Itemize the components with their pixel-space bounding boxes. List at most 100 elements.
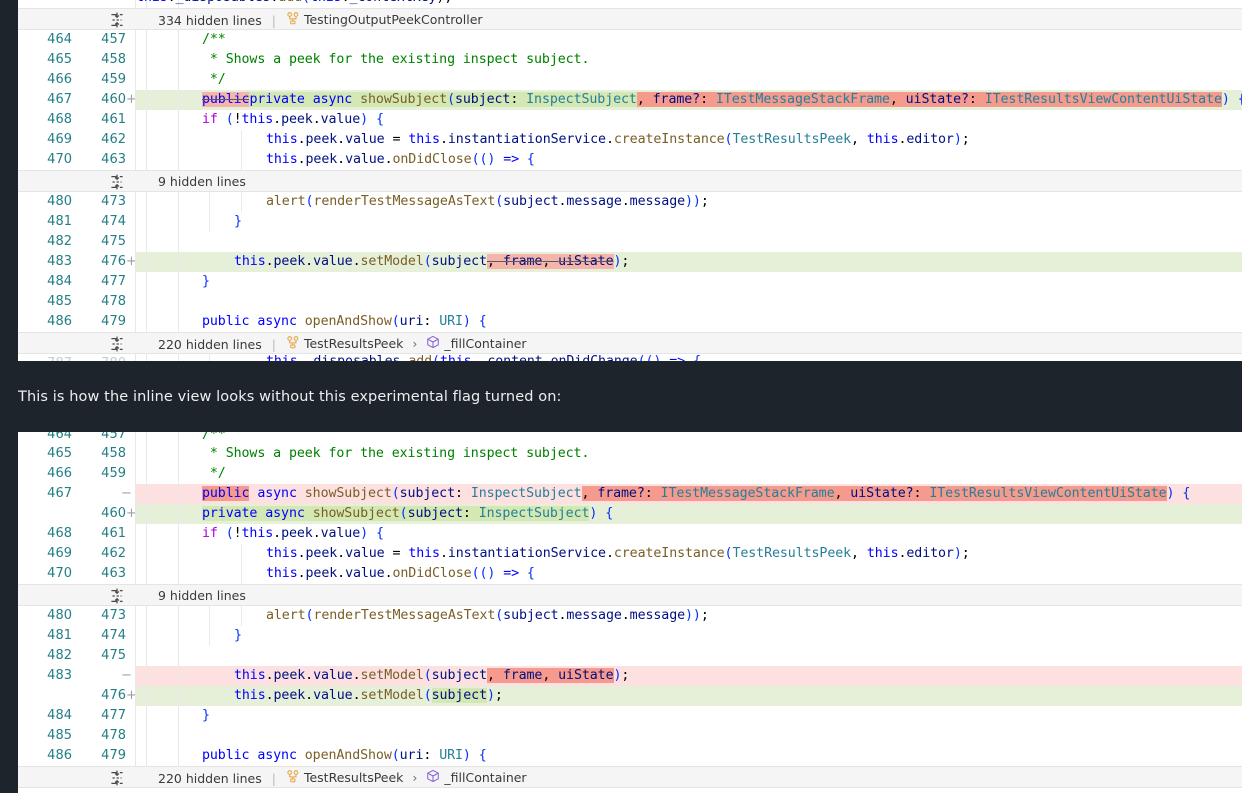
line-number-old: 485 <box>18 293 72 311</box>
line-number-old: 483 <box>18 667 72 685</box>
line-number-old: 486 <box>18 313 72 331</box>
line-number-new: 476 <box>76 687 126 705</box>
line-number-new: 460 <box>76 91 126 109</box>
line-number-old: 469 <box>18 131 72 149</box>
inline-diff-view-experimental[interactable]: this._disposables.add(this._contextKey);… <box>18 0 1242 361</box>
line-number-new: 457 <box>76 432 126 444</box>
line-number-new: 476 <box>76 253 126 271</box>
unfold-lines-icon[interactable] <box>108 335 126 353</box>
unfold-lines-icon[interactable] <box>108 587 126 605</box>
breadcrumb[interactable]: TestingOutputPeekController <box>286 11 483 28</box>
breadcrumb-item-class[interactable]: TestingOutputPeekController <box>304 12 483 27</box>
breadcrumb[interactable]: TestResultsPeek › _fillContainer <box>286 335 527 352</box>
code-text-added: this.peek.value.setModel(subject); <box>234 686 503 706</box>
unfold-lines-icon[interactable] <box>108 173 126 191</box>
line-number-new: 473 <box>76 607 126 625</box>
unfold-lines-icon[interactable] <box>108 769 126 787</box>
line-number-new: 457 <box>76 31 126 49</box>
line-number-new: 458 <box>76 51 126 69</box>
line-number-old: 468 <box>18 111 72 129</box>
chevron-right-icon: › <box>412 336 417 351</box>
code-row[interactable]: 465 458 * Shows a peek for the existing … <box>18 444 1242 464</box>
code-row[interactable]: 485 478 <box>18 726 1242 746</box>
code-row[interactable]: 469 462 this.peek.value = this.instantia… <box>18 544 1242 564</box>
breadcrumb-item-class[interactable]: TestResultsPeek <box>304 770 403 785</box>
code-text-deleted: public async showSubject(subject: Inspec… <box>202 484 1190 504</box>
code-row[interactable]: 481 474 } <box>18 212 1242 232</box>
code-row[interactable]: 468 461 if (!this.peek.value) { <box>18 110 1242 130</box>
code-text-modified: publicprivate async showSubject(subject:… <box>202 90 1242 110</box>
line-number-new: 473 <box>76 193 126 211</box>
code-row-added[interactable]: 460 + private async showSubject(subject:… <box>18 504 1242 524</box>
code-row[interactable]: 468 461 if (!this.peek.value) { <box>18 524 1242 544</box>
line-number-old: 480 <box>18 607 72 625</box>
fold-separator: | <box>272 337 276 352</box>
code-block-2: 480 473 alert(renderTestMessageAsText(su… <box>18 192 1242 332</box>
fold-separator: | <box>272 771 276 786</box>
code-block-1: 465 458 * Shows a peek for the existing … <box>18 444 1242 584</box>
hidden-lines-count: 9 hidden lines <box>158 588 246 603</box>
fold-bar-9[interactable]: 9 hidden lines <box>18 584 1242 606</box>
left-dark-rail <box>0 0 18 793</box>
code-row[interactable]: 465 458 * Shows a peek for the existing … <box>18 50 1242 70</box>
code-row[interactable]: 464 457 /** <box>18 30 1242 50</box>
code-row[interactable]: 482 475 <box>18 646 1242 666</box>
line-number-old: 483 <box>18 253 72 271</box>
code-row-added[interactable]: 476 + this.peek.value.setModel(subject); <box>18 686 1242 706</box>
line-number-new: 460 <box>76 505 126 523</box>
code-row[interactable]: 466 459 */ <box>18 464 1242 484</box>
code-row[interactable]: 484 477 } <box>18 272 1242 292</box>
line-number-old: 486 <box>18 747 72 765</box>
code-block-1: 464 457 /** 465 458 <box>18 30 1242 170</box>
line-number-new: 461 <box>76 111 126 129</box>
line-number-new: 478 <box>76 727 126 745</box>
code-row[interactable]: 466 459 */ <box>18 70 1242 90</box>
line-number-old: 484 <box>18 707 72 725</box>
fold-bar-334[interactable]: 334 hidden lines | <box>18 8 1242 30</box>
code-row-modified[interactable]: 467 460 + publicprivate async showSubjec… <box>18 90 1242 110</box>
line-number-old: 465 <box>18 51 72 69</box>
fold-bar-220[interactable]: 220 hidden lines | <box>18 766 1242 788</box>
line-number-old: 464 <box>18 432 72 444</box>
fold-bar-9[interactable]: 9 hidden lines <box>18 170 1242 192</box>
line-number-new: 475 <box>76 233 126 251</box>
fold-bar-220[interactable]: 220 hidden lines | <box>18 332 1242 354</box>
inline-diff-view-classic[interactable]: 464 457 /** 465 458 * Show <box>18 432 1242 793</box>
line-number-new: 461 <box>76 525 126 543</box>
code-row[interactable]: 480 473 alert(renderTestMessageAsText(su… <box>18 606 1242 626</box>
code-row[interactable]: 480 473 alert(renderTestMessageAsText(su… <box>18 192 1242 212</box>
line-number-new: 479 <box>76 747 126 765</box>
banner-text: This is how the inline view looks withou… <box>18 389 561 405</box>
hidden-lines-count: 9 hidden lines <box>158 174 246 189</box>
code-row-deleted[interactable]: 483 − this.peek.value.setModel(subject, … <box>18 666 1242 686</box>
symbol-method-icon <box>426 769 440 786</box>
line-number-old: 466 <box>18 71 72 89</box>
code-row[interactable]: 485 478 <box>18 292 1242 312</box>
symbol-method-icon <box>426 335 440 352</box>
code-row-modified[interactable]: 483 476 + this.peek.value.setModel(subje… <box>18 252 1242 272</box>
code-row[interactable]: 470 463 this.peek.value.onDidClose(() =>… <box>18 150 1242 170</box>
code-row[interactable]: 484 477 } <box>18 706 1242 726</box>
code-row[interactable]: 469 462 this.peek.value = this.instantia… <box>18 130 1242 150</box>
code-row[interactable]: 482 475 <box>18 232 1242 252</box>
code-text-deleted: this.peek.value.setModel(subject, frame,… <box>234 666 629 686</box>
code-row[interactable]: 470 463 this.peek.value.onDidClose(() =>… <box>18 564 1242 584</box>
code-row[interactable]: 481 474 } <box>18 626 1242 646</box>
fold-separator: | <box>272 13 276 28</box>
diff-editor-screenshot: this._disposables.add(this._contextKey);… <box>0 0 1242 793</box>
clipped-row-bottom: 787 780 this._disposables.add(this._cont… <box>18 354 1242 361</box>
line-number-old: 480 <box>18 193 72 211</box>
code-row-deleted[interactable]: 467 − public async showSubject(subject: … <box>18 484 1242 504</box>
unfold-lines-icon[interactable] <box>108 11 126 29</box>
breadcrumb-item-class[interactable]: TestResultsPeek <box>304 336 403 351</box>
code-row[interactable]: 486 479 public async openAndShow(uri: UR… <box>18 312 1242 332</box>
breadcrumb-item-method[interactable]: _fillContainer <box>444 336 526 351</box>
breadcrumb[interactable]: TestResultsPeek › _fillContainer <box>286 769 527 786</box>
line-number-old: 464 <box>18 31 72 49</box>
code-row[interactable]: 486 479 public async openAndShow(uri: UR… <box>18 746 1242 766</box>
breadcrumb-item-method[interactable]: _fillContainer <box>444 770 526 785</box>
line-number-old: 481 <box>18 213 72 231</box>
code-text-modified: this.peek.value.setModel(subject, frame,… <box>234 252 629 272</box>
line-number-old: 481 <box>18 627 72 645</box>
line-number-new: 462 <box>76 545 126 563</box>
